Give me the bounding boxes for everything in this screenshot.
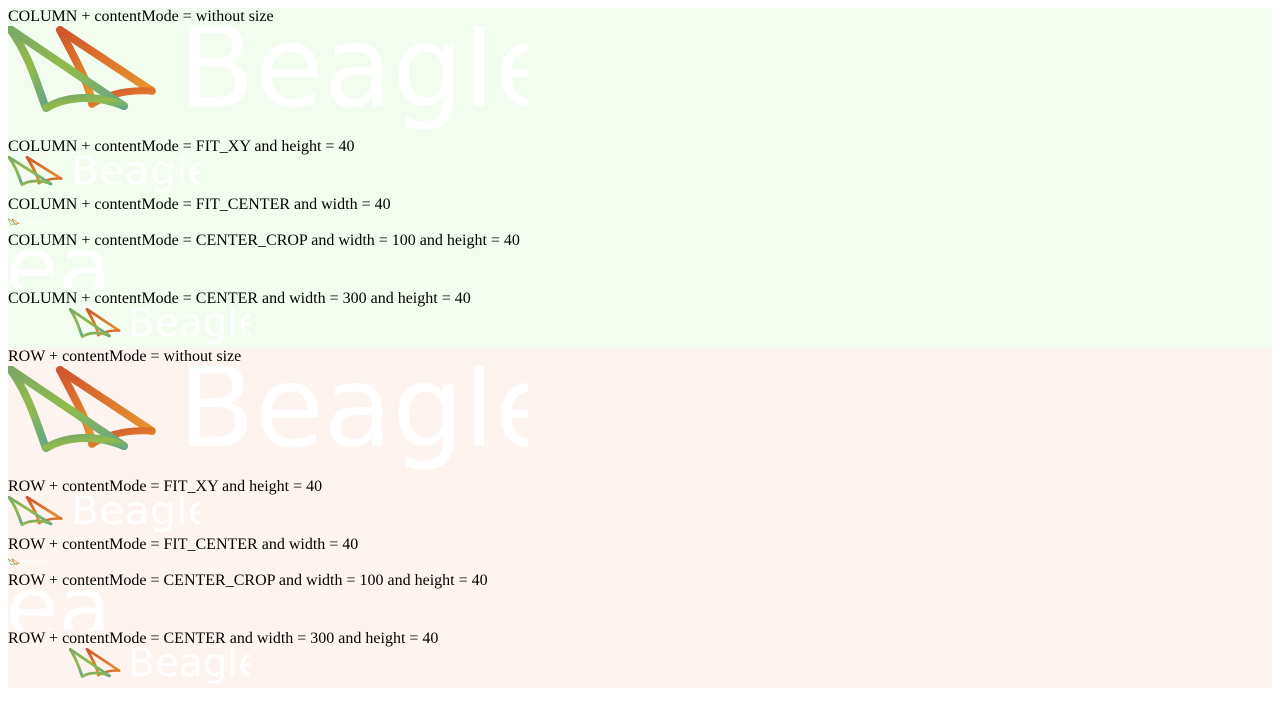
column-section: COLUMN + contentMode = without size COLU… (8, 8, 1272, 348)
column-center-label: COLUMN + contentMode = CENTER and width … (8, 290, 471, 307)
column-without-size-label: COLUMN + contentMode = without size (8, 8, 274, 25)
column-center-crop-logo-image (8, 250, 108, 290)
column-center-logo-image (69, 308, 250, 348)
content-mode-demo: COLUMN + contentMode = without size COLU… (8, 8, 1272, 688)
row-fit-xy-logo-image (8, 496, 200, 536)
column-fit-xy-label: COLUMN + contentMode = FIT_XY and height… (8, 138, 355, 155)
row-section: ROW + contentMode = without size ROW + c… (8, 348, 1272, 688)
row-center-crop-label: ROW + contentMode = CENTER_CROP and widt… (8, 572, 488, 589)
column-fit-center-label: COLUMN + contentMode = FIT_CENTER and wi… (8, 196, 391, 213)
row-without-size-logo-image (8, 366, 528, 481)
row-center-logo-image (69, 648, 250, 688)
column-without-size-logo-image (8, 26, 528, 141)
row-center-crop-logo-image (8, 590, 108, 630)
column-fit-center-logo-image (8, 218, 48, 228)
row-fit-xy-label: ROW + contentMode = FIT_XY and height = … (8, 478, 323, 495)
row-center-label: ROW + contentMode = CENTER and width = 3… (8, 630, 439, 647)
column-fit-xy-logo-image (8, 156, 200, 196)
row-without-size-label: ROW + contentMode = without size (8, 348, 242, 365)
column-center-crop-label: COLUMN + contentMode = CENTER_CROP and w… (8, 232, 520, 249)
row-fit-center-logo-image (8, 558, 48, 568)
row-fit-center-label: ROW + contentMode = FIT_CENTER and width… (8, 536, 359, 553)
